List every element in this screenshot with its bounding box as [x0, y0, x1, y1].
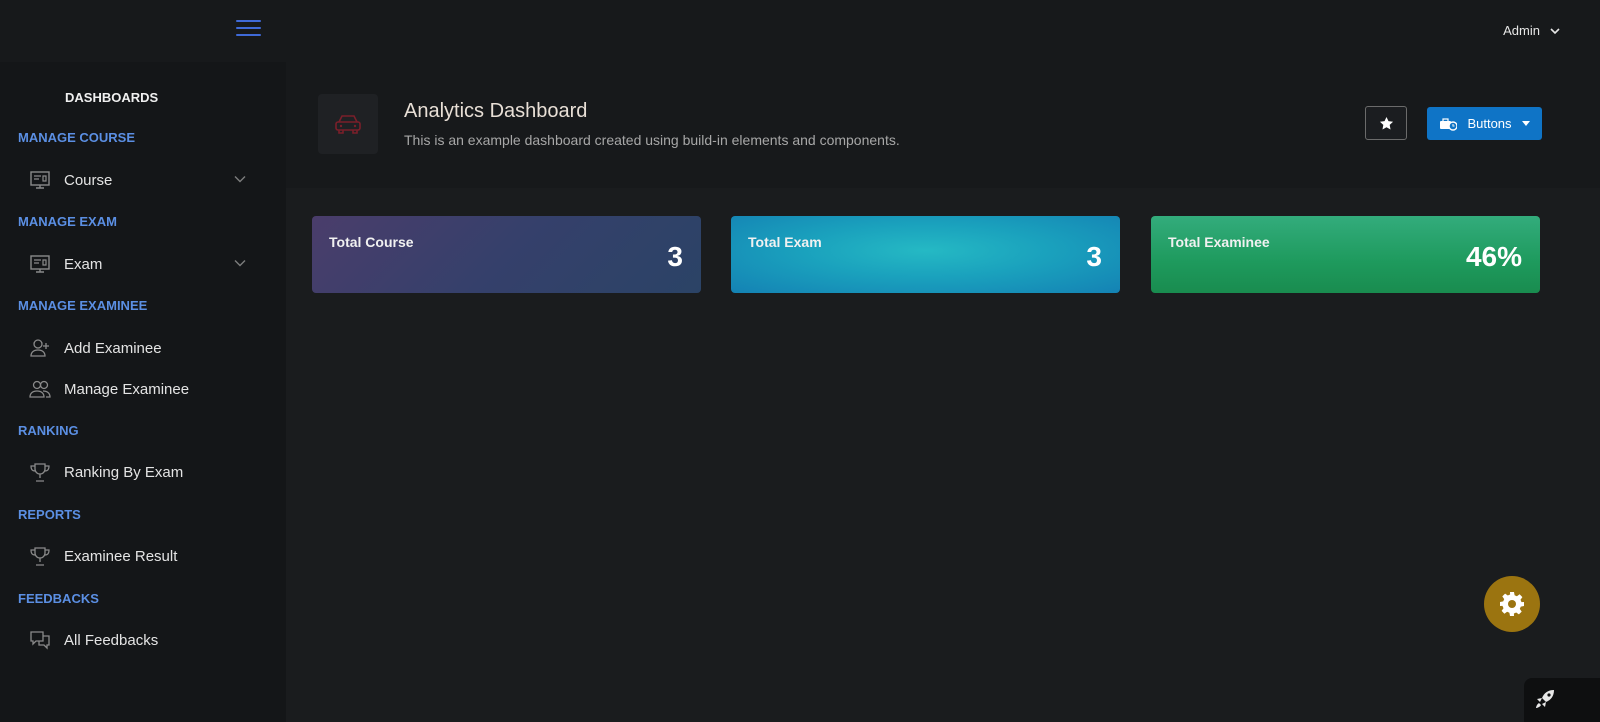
- business-time-icon: [1440, 117, 1458, 131]
- caret-down-icon: [1521, 121, 1530, 126]
- sidebar-section-reports: REPORTS: [18, 507, 81, 522]
- sidebar-item-label: Manage Examinee: [64, 380, 190, 398]
- car-icon: [318, 94, 378, 154]
- sidebar-section-feedbacks: FEEDBACKS: [18, 591, 99, 606]
- stat-card-total-examinee: Total Examinee 46%: [1151, 216, 1540, 293]
- stat-card-total-exam: Total Exam 3: [731, 216, 1120, 293]
- sidebar-item-course[interactable]: Course: [28, 166, 258, 194]
- page-subtitle: This is an example dashboard created usi…: [404, 132, 900, 148]
- page-title: Analytics Dashboard: [404, 100, 588, 122]
- sidebar-section-ranking: RANKING: [18, 423, 79, 438]
- users-icon: [28, 377, 52, 401]
- star-icon: [1379, 116, 1393, 129]
- stat-card-title: Total Course: [329, 234, 414, 250]
- chevron-down-icon: [234, 260, 246, 267]
- chevron-down-icon: [234, 176, 246, 183]
- sidebar-item-label: Course: [64, 171, 113, 189]
- sidebar-item-all-feedbacks[interactable]: All Feedbacks: [28, 626, 258, 654]
- sidebar-item-label: Examinee Result: [64, 547, 178, 565]
- gear-icon: [1500, 592, 1524, 616]
- hamburger-icon[interactable]: [236, 20, 261, 37]
- buttons-dropdown-button[interactable]: Buttons: [1427, 107, 1542, 140]
- stat-card-value: 3: [667, 241, 683, 272]
- sidebar-item-label: Exam: [64, 255, 103, 273]
- page-header: Analytics Dashboard This is an example d…: [286, 62, 1600, 188]
- stat-card-total-course: Total Course 3: [312, 216, 701, 293]
- sidebar-section-manage-course: MANAGE COURSE: [18, 130, 136, 145]
- sidebar-item-manage-examinee[interactable]: Manage Examinee: [28, 375, 258, 403]
- sidebar: DASHBOARDS MANAGE COURSE Course MANAGE E…: [0, 62, 286, 722]
- buttons-label: Buttons: [1467, 116, 1512, 131]
- sidebar-item-add-examinee[interactable]: Add Examinee: [28, 334, 258, 362]
- monitor-icon: [28, 252, 52, 276]
- rocket-icon: [1536, 690, 1554, 708]
- top-bar: Admin: [0, 0, 1600, 62]
- stat-card-value: 3: [1086, 241, 1102, 272]
- sidebar-item-label: All Feedbacks: [64, 631, 159, 649]
- user-add-icon: [28, 336, 52, 360]
- stat-card-value: 46%: [1465, 241, 1522, 272]
- sidebar-heading-dashboards[interactable]: DASHBOARDS: [65, 90, 158, 105]
- chat-icon: [28, 628, 52, 652]
- sidebar-item-label: Ranking By Exam: [64, 463, 184, 481]
- favorite-button[interactable]: [1365, 106, 1407, 140]
- stat-card-title: Total Exam: [748, 234, 822, 250]
- sidebar-item-exam[interactable]: Exam: [28, 250, 258, 278]
- sidebar-item-examinee-result[interactable]: Examinee Result: [28, 542, 258, 570]
- sidebar-item-ranking-by-exam[interactable]: Ranking By Exam: [28, 458, 258, 486]
- chevron-down-icon: [1550, 27, 1560, 34]
- user-menu[interactable]: Admin: [1503, 23, 1560, 38]
- user-name: Admin: [1503, 23, 1540, 38]
- sidebar-section-manage-examinee: MANAGE EXAMINEE: [18, 298, 148, 313]
- trophy-icon: [28, 544, 52, 568]
- monitor-icon: [28, 168, 52, 192]
- corner-widget[interactable]: [1524, 678, 1600, 722]
- settings-fab-button[interactable]: [1484, 576, 1540, 632]
- sidebar-section-manage-exam: MANAGE EXAM: [18, 214, 117, 229]
- sidebar-item-label: Add Examinee: [64, 339, 162, 357]
- trophy-icon: [28, 460, 52, 484]
